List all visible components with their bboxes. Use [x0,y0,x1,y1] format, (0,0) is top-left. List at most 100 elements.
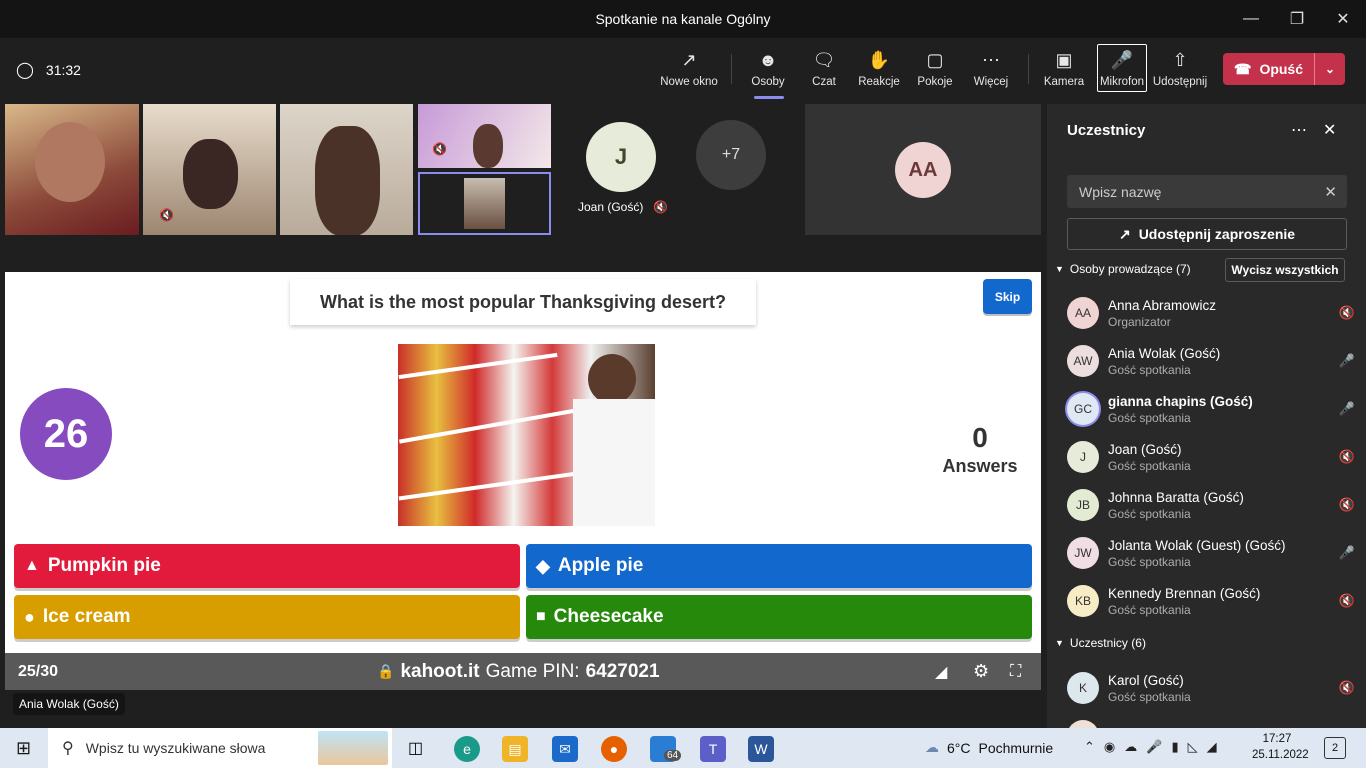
participant-name: Johnna Baratta (Gość) [1108,489,1244,505]
close-window-button[interactable]: ✕ [1320,0,1366,38]
participant-list-item[interactable]: KB Kennedy Brennan (Gość) Gość spotkania 🔇 [1067,579,1357,623]
search-highlight-image [318,731,388,765]
task-view-icon[interactable]: ◫ [408,738,423,758]
settings-gear-icon[interactable]: ⚙ [973,661,989,682]
participant-role: Gość spotkania [1108,458,1191,473]
onedrive-icon[interactable]: ☁ [1124,739,1137,755]
notifications-icon[interactable]: 2 [1324,737,1346,759]
camera-off-icon: ▣ [1055,49,1073,70]
participant-name: Jolanta Wolak (Guest) (Gość) [1108,537,1286,553]
participant-list-item[interactable]: JW Jolanta Wolak (Guest) (Gość) Gość spotk… [1067,531,1357,575]
rooms-button[interactable]: ▢ Pokoje [905,48,965,89]
volume-icon[interactable]: ◢ [935,662,947,682]
circle-icon: ● [24,606,35,627]
participant-list-item[interactable]: AA Anna Abramowicz Organizator 🔇 [1067,291,1357,335]
windows-start-icon[interactable]: ⊞ [16,738,31,759]
answer-option-3[interactable]: ● Ice cream [14,595,520,639]
chat-icon: 🗨 [812,49,836,70]
participant-name: Kennedy Brennan (Gość) [1108,585,1261,601]
popout-icon: ↗ [681,49,697,70]
leave-dropdown-chevron-icon[interactable]: ⌄ [1315,62,1345,76]
fullscreen-icon[interactable]: ⛶ [1010,663,1021,681]
more-button[interactable]: ⋯ Więcej [961,48,1021,89]
avatar: K [1067,672,1099,704]
panel-title: Uczestnicy [1067,122,1146,139]
video-tile[interactable]: 🔇 [143,104,276,235]
mic-off-icon[interactable]: 🔇 [1337,449,1357,465]
chevron-up-icon[interactable]: ⌃ [1084,739,1095,755]
reactions-button[interactable]: ✋ Reakcje [849,48,909,89]
self-video-tile[interactable] [418,172,551,235]
camera-button[interactable]: ▣ Kamera [1034,48,1094,89]
video-tile[interactable] [280,104,413,235]
mic-on-icon[interactable]: 🎤 [1337,401,1357,417]
participant-info: Johnna Baratta (Gość) Gość spotkania [1108,490,1337,521]
system-tray: ⌃ ◉ ☁ 🎤 ▮ ◺ ◢ [1084,739,1217,755]
mail-icon[interactable]: ✉ [552,736,578,762]
skip-button[interactable]: Skip [983,279,1032,314]
microphone-icon[interactable]: 🎤 [1146,739,1162,755]
maximize-button[interactable]: ❐ [1274,0,1320,38]
share-button[interactable]: ⇧ Udostępnij [1150,48,1210,89]
clear-search-icon[interactable]: ✕ [1324,183,1337,201]
answer-option-1[interactable]: ▲ Pumpkin pie [14,544,520,588]
presenters-section-header[interactable]: ▼ Osoby prowadzące (7) [1055,262,1191,276]
mic-off-icon[interactable]: 🔇 [1337,593,1357,609]
participant-list-item[interactable]: JB Johnna Baratta (Gość) Gość spotkania 🔇 [1067,483,1357,527]
word-icon[interactable]: W [748,736,774,762]
mic-off-icon[interactable]: 🔇 [1337,305,1357,321]
participant-role: Gość spotkania [1108,689,1191,704]
meeting-toolbar: ◯ 31:32 ↗ Nowe okno ☻ Osoby 🗨 Czat ✋ Rea… [0,38,1366,100]
avatar: GC [1067,393,1099,425]
minimize-button[interactable]: — [1228,0,1274,38]
attendees-section-header[interactable]: ▼ Uczestnicy (6) [1055,636,1146,650]
battery-icon[interactable]: ▮ [1171,739,1178,755]
phone-icon: ☎ [1233,60,1252,77]
participant-name: Ania Wolak (Gość) [1108,345,1221,361]
participants-panel: Uczestnicy ⋯ ✕ Wpisz nazwę ✕ ↗ Udostępni… [1047,104,1366,752]
answer-option-2[interactable]: ◆ Apple pie [526,544,1032,588]
participant-info: Jolanta Wolak (Guest) (Gość) Gość spotkan… [1108,538,1337,569]
app-icon[interactable]: 64 [650,736,682,762]
participant-name: Anna Abramowicz [1108,297,1217,313]
firefox-icon[interactable]: ● [601,736,627,762]
participant-list-item[interactable]: K Karol (Gość) Gość spotkania 🔇 [1067,666,1357,710]
close-panel-icon[interactable]: ✕ [1323,120,1336,140]
share-invite-button[interactable]: ↗ Udostępnij zaproszenie [1067,218,1347,250]
weather-widget[interactable]: ☁ 6°C Pochmurnie [925,739,1053,756]
more-options-icon[interactable]: ⋯ [1291,120,1307,140]
cloud-icon: ☁ [925,739,939,755]
camera-icon[interactable]: ◉ [1104,739,1115,755]
more-participants-button[interactable]: +7 [696,120,766,190]
speaker-icon[interactable]: ◢ [1207,739,1217,755]
participant-role: Gość spotkania [1108,554,1191,569]
participant-list-item[interactable]: GC gianna chapins (Gość) Gość spotkania 🎤 [1067,387,1357,431]
mute-all-button[interactable]: Wycisz wszystkich [1225,258,1345,282]
mic-on-icon[interactable]: 🎤 [1337,353,1357,369]
teams-icon[interactable]: T [700,736,726,762]
wifi-icon[interactable]: ◺ [1188,739,1198,755]
edge-icon[interactable]: e [454,736,480,762]
file-explorer-icon[interactable]: ▤ [502,736,528,762]
video-tile[interactable] [5,104,139,235]
video-tile[interactable]: AA [805,104,1041,235]
video-tile[interactable]: 🔇 [418,104,551,168]
avatar: J [586,122,656,192]
triangle-icon: ▲ [24,557,40,574]
participant-list-item[interactable]: AW Ania Wolak (Gość) Gość spotkania 🎤 [1067,339,1357,383]
chat-button[interactable]: 🗨 Czat [794,48,854,89]
clock[interactable]: 17:27 25.11.2022 [1252,731,1309,763]
mic-off-icon[interactable]: 🔇 [1337,680,1357,696]
participant-list-item[interactable]: J Joan (Gość) Gość spotkania 🔇 [1067,435,1357,479]
mic-on-icon[interactable]: 🎤 [1337,545,1357,561]
participant-info: Anna Abramowicz Organizator [1108,298,1337,329]
mic-off-icon: 🔇 [653,200,669,214]
leave-button[interactable]: ☎ Opuść ⌄ [1223,53,1345,85]
people-button[interactable]: ☻ Osoby [738,48,798,89]
mic-button[interactable]: 🎤 Mikrofon [1097,44,1147,92]
answer-option-4[interactable]: ■ Cheesecake [526,595,1032,639]
mic-off-icon[interactable]: 🔇 [1337,497,1357,513]
new-window-button[interactable]: ↗ Nowe okno [659,48,719,89]
taskbar-search-input[interactable]: ⚲ Wpisz tu wyszukiwane słowa [48,728,392,768]
participant-search-input[interactable]: Wpisz nazwę ✕ [1067,175,1347,208]
